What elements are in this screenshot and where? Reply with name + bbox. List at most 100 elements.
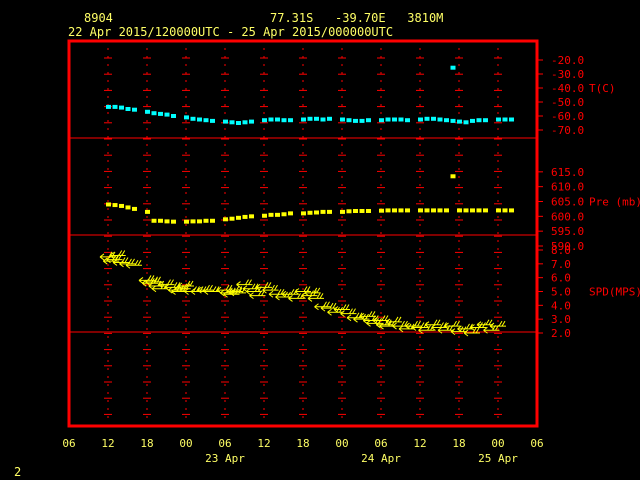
temperature-point — [450, 65, 456, 70]
pressure-point — [132, 206, 137, 211]
pressure-point — [288, 211, 293, 216]
pressure-point — [158, 218, 163, 223]
temperature-point — [190, 116, 196, 121]
x-tick-label: 06 — [218, 437, 231, 450]
temperature-point — [171, 114, 176, 118]
pressure-point — [483, 208, 488, 213]
pressure-point — [184, 219, 189, 224]
temperature-point — [229, 120, 235, 125]
temperature-point — [398, 117, 404, 122]
pressure-point — [307, 210, 313, 215]
pressure-point — [509, 208, 514, 213]
temperature-point — [145, 109, 150, 114]
x-tick-label: 18 — [140, 437, 153, 450]
wind_speed-tick-label: 6.0 — [551, 272, 571, 285]
temperature-point — [223, 119, 228, 124]
pressure-point — [151, 218, 157, 223]
pressure-point — [476, 208, 482, 213]
temperature-tick-label: -20.0 — [551, 54, 584, 67]
pressure-point — [346, 209, 352, 214]
pressure-point — [197, 219, 202, 224]
temperature-point — [249, 119, 254, 124]
pressure-point — [379, 208, 384, 213]
pressure-point — [223, 217, 228, 222]
x-date-label: 25 Apr — [478, 452, 518, 465]
pressure-point — [320, 209, 326, 214]
wind_speed-tick-label: 5.0 — [551, 286, 571, 299]
temperature-point — [268, 117, 274, 122]
temperature-point — [366, 118, 371, 123]
temperature-point — [125, 107, 131, 111]
wind-barb-stroke — [307, 293, 324, 302]
x-tick-label: 06 — [374, 437, 387, 450]
pressure-point — [496, 208, 501, 213]
pressure-point — [229, 216, 235, 221]
temperature-tick-label: -60.0 — [551, 110, 584, 123]
wind-barb-stroke — [262, 284, 279, 294]
x-tick-label: 06 — [530, 437, 543, 450]
temperature-point — [275, 117, 280, 122]
wind_speed-tick-label: 4.0 — [551, 299, 571, 312]
temperature-point — [450, 118, 456, 123]
wind_speed-tick-label: 7.0 — [551, 258, 571, 271]
x-tick-label: 00 — [491, 437, 504, 450]
pressure-point — [366, 208, 371, 213]
pressure-point — [210, 218, 215, 223]
pressure-point — [262, 213, 267, 218]
pressure-point — [437, 208, 443, 213]
pressure-axis-label: Pre (mb) — [589, 196, 640, 209]
wind-barb — [236, 279, 253, 288]
temperature-point — [359, 118, 365, 123]
pressure-point — [450, 174, 456, 179]
temperature-point — [392, 117, 397, 122]
pressure-point — [444, 208, 449, 213]
pressure-point — [242, 214, 248, 219]
wind_speed-tick-label: 3.0 — [551, 313, 571, 326]
temperature-point — [210, 118, 215, 123]
temperature-point — [197, 117, 202, 122]
x-tick-label: 12 — [257, 437, 270, 450]
temperature-point — [385, 117, 391, 122]
temperature-point — [418, 117, 423, 122]
pressure-point — [268, 212, 274, 217]
wind-barb — [262, 284, 279, 294]
pressure-point — [275, 212, 280, 217]
temperature-point — [437, 117, 443, 122]
temperature-point — [353, 118, 358, 123]
temperature-point — [379, 118, 384, 123]
pressure-point — [359, 208, 365, 213]
temperature-point — [470, 118, 475, 123]
pressure-tick-label: 605.0 — [551, 196, 584, 209]
temperature-point — [112, 104, 118, 109]
temperature-tick-label: -30.0 — [551, 68, 584, 81]
temperature-point — [132, 107, 137, 112]
pressure-point — [398, 208, 404, 213]
temperature-point — [340, 117, 345, 122]
pressure-point — [249, 214, 254, 219]
meteogram-chart: 06 12 18 00 06 12 18 00 06 12 18 00 06 23 Apr 24 Apr 25… — [62, 39, 640, 465]
pressure-tick-label: 595.0 — [551, 225, 584, 238]
temperature-point — [119, 105, 124, 110]
temperature-point — [320, 117, 326, 122]
pressure-tick-label: 600.0 — [551, 210, 584, 223]
temperature-point — [346, 118, 352, 123]
x-tick-label: 12 — [101, 437, 114, 450]
temperature-point — [236, 121, 241, 125]
pressure-point — [236, 215, 241, 220]
temperature-point — [476, 118, 482, 123]
x-date-label: 23 Apr — [205, 452, 245, 465]
pressure-point — [171, 219, 176, 224]
temperature-point — [281, 118, 287, 123]
pressure-point — [353, 208, 358, 213]
temperature-point — [158, 111, 163, 116]
temperature-point — [496, 117, 501, 122]
temperature-point — [444, 118, 449, 123]
x-tick-label: 00 — [179, 437, 192, 450]
temperature-tick-label: -40.0 — [551, 82, 584, 95]
temperature-point — [502, 117, 508, 122]
pressure-point — [405, 208, 410, 213]
pressure-point — [392, 208, 397, 213]
wind_speed-axis-label: SPD(MPS) — [589, 286, 640, 299]
temperature-point — [463, 120, 469, 125]
pressure-point — [145, 209, 150, 214]
